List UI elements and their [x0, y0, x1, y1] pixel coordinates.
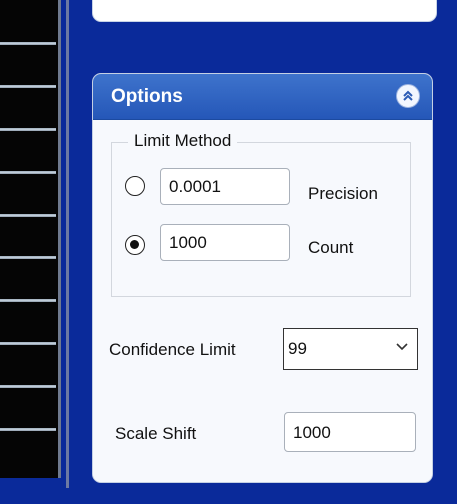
precision-input[interactable]: 0.0001: [160, 168, 290, 205]
list-row-divider: [0, 85, 56, 88]
radio-selected-dot: [130, 240, 139, 249]
top-panel: [92, 0, 437, 22]
list-row-divider: [0, 428, 56, 431]
double-chevron-up-icon: [403, 90, 413, 101]
confidence-limit-select[interactable]: 99: [283, 328, 418, 370]
list-row-divider: [0, 214, 56, 217]
limit-method-group: [111, 142, 411, 297]
list-row-divider: [0, 128, 56, 131]
confidence-limit-value: 99: [288, 339, 307, 358]
options-title: Options: [111, 86, 183, 107]
chevron-down-icon: [395, 339, 409, 356]
list-row-divider: [0, 42, 56, 45]
collapse-button[interactable]: [396, 84, 420, 108]
pane-divider: [66, 0, 69, 488]
scale-shift-input[interactable]: 1000: [284, 412, 416, 452]
list-row-divider: [0, 299, 56, 302]
list-row-divider: [0, 385, 56, 388]
count-radio[interactable]: [125, 235, 145, 255]
list-row-divider: [0, 256, 56, 259]
list-row-divider: [0, 171, 56, 174]
confidence-limit-label: Confidence Limit: [109, 340, 236, 359]
precision-radio[interactable]: [125, 176, 145, 196]
left-list-strip: [0, 0, 61, 478]
options-header[interactable]: Options: [93, 74, 432, 120]
list-row-divider: [0, 342, 56, 345]
precision-label: Precision: [308, 184, 378, 203]
count-input[interactable]: 1000: [160, 224, 290, 261]
count-label: Count: [308, 238, 354, 257]
scale-shift-label: Scale Shift: [115, 424, 197, 443]
limit-method-legend: Limit Method: [128, 131, 238, 151]
